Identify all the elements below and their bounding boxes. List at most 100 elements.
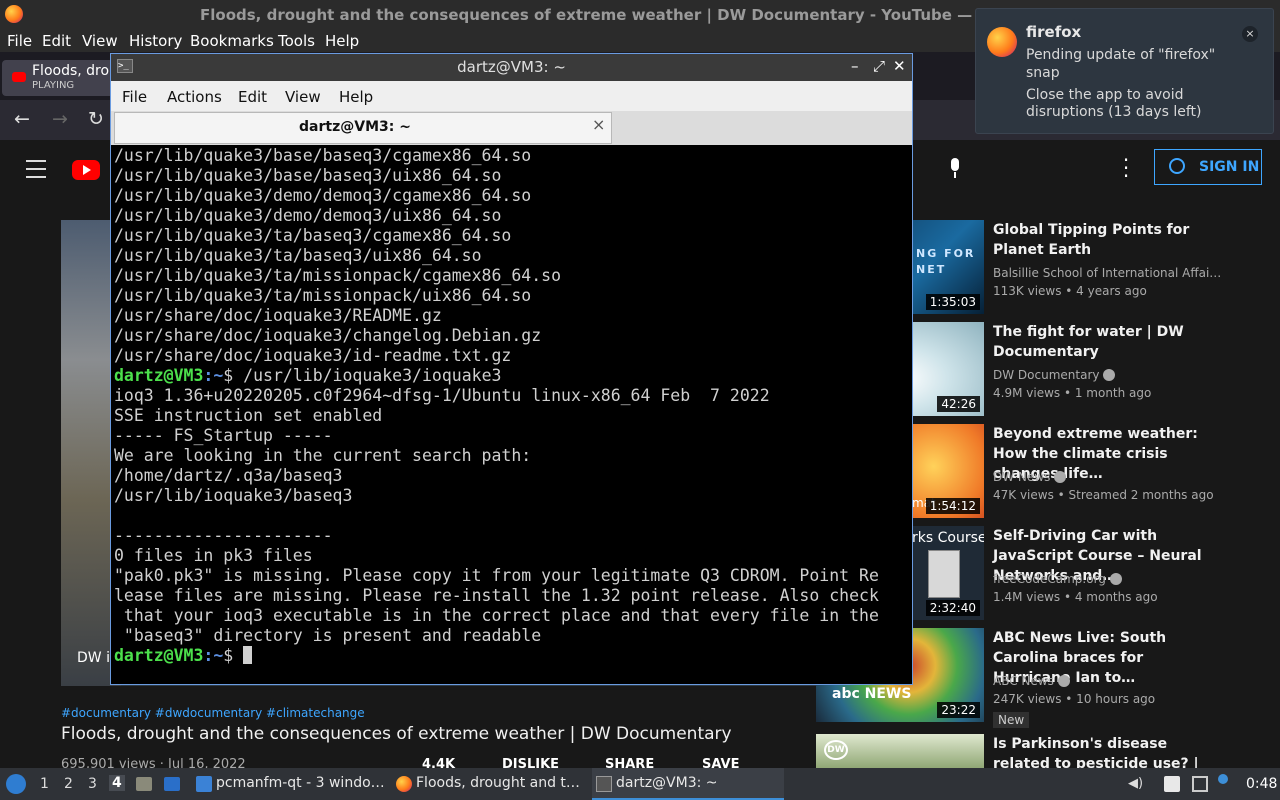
firefox-logo-icon xyxy=(987,27,1017,57)
terminal-titlebar[interactable]: >_ dartz@VM3: ~ – ⤢ ✕ xyxy=(111,54,912,81)
menu-help[interactable]: Help xyxy=(339,88,373,106)
hamburger-menu-icon[interactable] xyxy=(26,160,46,178)
terminal-line: /usr/lib/quake3/base/baseq3/uix86_64.so xyxy=(114,166,502,185)
volume-icon[interactable]: ◀) xyxy=(1128,776,1144,792)
video-hashtags[interactable]: #documentary #dwdocumentary #climatechan… xyxy=(61,706,365,720)
prompt-user: dartz@VM3 xyxy=(114,646,204,665)
workspace-1[interactable]: 1 xyxy=(40,776,49,792)
new-badge: New xyxy=(993,712,1030,728)
tab-title: Floods, drou xyxy=(32,63,118,79)
video-title: Floods, drought and the consequences of … xyxy=(61,724,732,744)
task-pcmanfm[interactable]: pcmanfm-qt - 3 windo… xyxy=(192,768,388,800)
notification-line: disruptions (13 days left) xyxy=(1026,104,1202,120)
folder-icon xyxy=(196,776,212,792)
terminal-prompt-line[interactable]: dartz@VM3:~$ xyxy=(114,646,253,666)
car-illustration xyxy=(928,550,960,598)
prompt-path: :~ xyxy=(203,366,224,385)
recommendation-thumbnail: DW xyxy=(816,734,984,768)
terminal-line: /usr/lib/quake3/base/baseq3/cgamex86_64.… xyxy=(114,146,532,165)
more-options-icon[interactable]: · · · xyxy=(1118,150,1134,186)
minimize-icon[interactable]: – xyxy=(851,57,859,75)
terminal-tab[interactable]: dartz@VM3: ~ × xyxy=(114,112,612,144)
menu-edit[interactable]: Edit xyxy=(42,32,71,50)
duration-badge: 42:26 xyxy=(937,396,980,412)
browser-tab[interactable]: Floods, drou PLAYING xyxy=(2,60,122,96)
terminal-line: /usr/share/doc/ioquake3/changelog.Debian… xyxy=(114,326,542,345)
terminal-line: We are looking in the current search pat… xyxy=(114,446,532,465)
terminal-line: lease files are missing. Please re-insta… xyxy=(114,586,879,605)
workspace-2[interactable]: 2 xyxy=(64,776,73,792)
duration-badge: 1:54:12 xyxy=(925,498,980,514)
terminal-menubar: File Actions Edit View Help xyxy=(111,81,912,111)
prompt-symbol: $ xyxy=(223,366,244,385)
close-icon[interactable]: × xyxy=(1242,26,1258,42)
back-icon[interactable]: ← xyxy=(14,108,30,130)
terminal-command-line: dartz@VM3:~$ /usr/lib/ioquake3/ioquake3 xyxy=(114,366,501,386)
menu-view[interactable]: View xyxy=(82,32,118,50)
menu-file[interactable]: File xyxy=(7,32,32,50)
prompt-path: :~ xyxy=(203,646,224,665)
recommendation-channel: Balsillie School of International Affai… xyxy=(993,266,1222,280)
youtube-favicon-icon xyxy=(12,72,26,82)
notification-tray-icon[interactable] xyxy=(1218,774,1228,784)
recommendation-stats: 4.9M views • 1 month ago xyxy=(993,386,1152,400)
start-menu-icon[interactable] xyxy=(6,774,26,794)
terminal-line: /usr/lib/quake3/ta/missionpack/uix86_64.… xyxy=(114,286,532,305)
duration-badge: 1:35:03 xyxy=(925,294,980,310)
terminal-line: 0 files in pk3 files xyxy=(114,546,313,565)
menu-bookmarks[interactable]: Bookmarks xyxy=(190,32,274,50)
workspace-3[interactable]: 3 xyxy=(88,776,97,792)
menu-view[interactable]: View xyxy=(285,88,321,106)
update-notification[interactable]: firefox × Pending update of "firefox" sn… xyxy=(975,8,1274,134)
task-terminal[interactable]: dartz@VM3: ~ xyxy=(592,768,784,800)
clock[interactable]: 0:48 xyxy=(1246,776,1277,792)
terminal-command: /usr/lib/ioquake3/ioquake3 xyxy=(243,366,502,385)
menu-tools[interactable]: Tools xyxy=(278,32,315,50)
reload-icon[interactable]: ↻ xyxy=(88,108,104,130)
firefox-window-title: Floods, drought and the consequences of … xyxy=(200,6,1102,24)
display-icon[interactable] xyxy=(1192,776,1208,792)
terminal-output[interactable]: /usr/lib/quake3/base/baseq3/cgamex86_64.… xyxy=(114,146,910,682)
firefox-logo-icon xyxy=(5,5,23,23)
recommendation-channel: DW Documentary xyxy=(993,368,1116,382)
verified-icon xyxy=(1103,369,1116,381)
recommendation-channel: freeCodeCamp.org xyxy=(993,572,1122,586)
tab-playing-status: PLAYING xyxy=(32,80,75,91)
workspace-4[interactable]: 4 xyxy=(109,775,125,791)
terminal-tab-title: dartz@VM3: ~ xyxy=(299,119,411,135)
maximize-icon[interactable]: ⤢ xyxy=(873,57,885,75)
duration-badge: 2:32:40 xyxy=(925,600,980,616)
text-cursor xyxy=(243,646,253,664)
sign-in-button[interactable]: SIGN IN xyxy=(1154,149,1262,185)
youtube-logo-icon[interactable] xyxy=(72,160,100,180)
close-icon[interactable]: ✕ xyxy=(893,57,906,75)
terminal-line: /usr/share/doc/ioquake3/README.gz xyxy=(114,306,442,325)
terminal-line: ---------------------- xyxy=(114,526,333,545)
task-firefox[interactable]: Floods, drought and t… xyxy=(392,768,588,800)
show-desktop-icon[interactable] xyxy=(164,777,180,791)
recommendation-item[interactable]: DW Is Parkinson's disease related to pes… xyxy=(816,734,1256,768)
verified-icon xyxy=(1109,573,1122,585)
thumbnail-text: NG FOR NET xyxy=(916,247,976,276)
terminal-line: ----- FS_Startup ----- xyxy=(114,426,333,445)
microphone-icon[interactable] xyxy=(949,158,961,178)
terminal-line: "pak0.pk3" is missing. Please copy it fr… xyxy=(114,566,879,585)
terminal-line: /usr/lib/quake3/ta/missionpack/cgamex86_… xyxy=(114,266,562,285)
recommendation-channel: DW News xyxy=(993,470,1067,484)
prompt-user: dartz@VM3 xyxy=(114,366,204,385)
forward-icon[interactable]: → xyxy=(52,108,68,130)
recommendation-stats: 247K views • 10 hours ago xyxy=(993,692,1156,706)
notification-line: Close the app to avoid xyxy=(1026,87,1184,103)
menu-history[interactable]: History xyxy=(129,32,182,50)
file-manager-launcher-icon[interactable] xyxy=(136,777,152,791)
menu-actions[interactable]: Actions xyxy=(167,88,222,106)
thumbnail-text: rks Course xyxy=(912,530,984,546)
verified-icon xyxy=(1057,675,1070,687)
menu-edit[interactable]: Edit xyxy=(238,88,267,106)
clipboard-icon[interactable] xyxy=(1164,776,1180,792)
close-tab-icon[interactable]: × xyxy=(592,115,605,134)
menu-file[interactable]: File xyxy=(122,88,147,106)
taskbar: 1 2 3 4 pcmanfm-qt - 3 windo… Floods, dr… xyxy=(0,768,1280,800)
menu-help[interactable]: Help xyxy=(325,32,359,50)
terminal-line: /usr/lib/quake3/demo/demoq3/cgamex86_64.… xyxy=(114,186,532,205)
